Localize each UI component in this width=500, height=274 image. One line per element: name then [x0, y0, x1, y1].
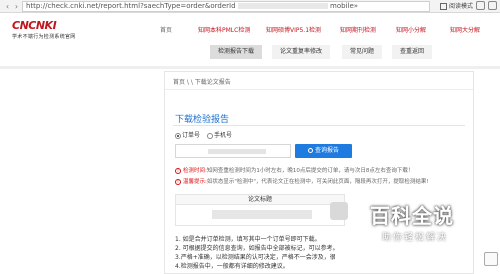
watermark: 百科全说 助你轻松解决 — [330, 200, 490, 256]
list-item: 4.检测报告中，一般都有详细的修改建议。 — [175, 263, 289, 270]
notice-text: 如状态显示"检测中"，代表论文正在检测中，可关闭此页面，隔段再次打开，提取检测结… — [206, 179, 429, 185]
radio-label: 手机号 — [213, 132, 232, 139]
nav-journal[interactable]: 知网期刊检测 — [340, 25, 376, 34]
header-divider — [0, 66, 500, 69]
nav-home[interactable]: 首页 — [160, 25, 172, 34]
report-table: 论文标题 — [175, 194, 345, 226]
list-item: 2. 可根据提交的信息查询，如报告中全部被标记，可以参考。 — [175, 245, 335, 252]
sub-nav: 检测报告下载 论文重复率修改 常见问题 查重返回 — [210, 45, 500, 59]
info-icon: ! — [175, 178, 181, 185]
tab-revision[interactable]: 论文重复率修改 — [272, 45, 331, 59]
redacted-order-number — [208, 149, 266, 154]
query-type-radios: 订单号 手机号 — [175, 130, 237, 139]
table-header: 论文标题 — [176, 195, 344, 205]
browser-address-bar: ‹ › http://check.cnki.net/report.html?sa… — [0, 0, 500, 13]
radio-dot — [175, 132, 181, 139]
reader-mode-button[interactable]: 阅读模式 — [440, 1, 473, 12]
url-suffix: mobile» — [330, 2, 359, 10]
forward-icon[interactable]: › — [11, 1, 22, 12]
scroll-to-top-icon[interactable] — [484, 252, 498, 266]
radio-dot — [206, 132, 213, 139]
radio-label: 订单号 — [182, 132, 201, 139]
reader-mode-icon — [440, 3, 447, 10]
page-title: 下载检验报告 — [175, 115, 230, 125]
search-icon — [307, 148, 313, 153]
url-field[interactable]: http://check.cnki.net/report.html?saechT… — [22, 1, 430, 12]
url-redacted — [237, 3, 328, 9]
logo-subtitle: 学术不端行为检测系统官网 — [12, 34, 76, 40]
tab-faq[interactable]: 常见问题 — [342, 45, 383, 59]
breadcrumb: 首页 \ \ 下载论文报告 — [173, 79, 231, 86]
query-report-button[interactable]: 查询报告 — [295, 144, 352, 158]
list-item: 1. 如是合并订单检测，填写其中一个订单号即可下载。 — [175, 236, 321, 243]
top-nav: 首页 知网本科PMLC检测 知网硕博VIP5.1检测 知网期刊检测 知网小分解 … — [160, 25, 500, 36]
menu-icon[interactable] — [488, 1, 497, 10]
radio-phone-number[interactable]: 手机号 — [206, 130, 232, 139]
watermark-title: 百科全说 — [370, 204, 454, 228]
watermark-logo-icon — [330, 202, 348, 220]
breadcrumb-divider — [165, 89, 473, 90]
notice-check-time: ! 检测时间:知网查重检测时间为1小时左右，晚10点后提交的订单，请与次日8点左右… — [175, 166, 413, 174]
notice-label: 温馨提示: — [183, 179, 207, 185]
list-item: 3.严格+准确，以检测结果的认可决定，严格不一会涉及，很多同学喜欢严格，而不是准… — [175, 254, 335, 261]
instructions-list: 1. 如是合并订单检测，填写其中一个订单号即可下载。 2. 可根据提交的信息查询… — [175, 235, 335, 271]
reader-mode-label: 阅读模式 — [449, 3, 474, 10]
site-logo[interactable]: CNCNKI 学术不端行为检测系统官网 — [12, 19, 76, 40]
bookmark-icon[interactable] — [476, 1, 485, 10]
url-prefix: http://check.cnki.net/report.html?saechT… — [26, 2, 236, 10]
nav-pmlc[interactable]: 知网本科PMLC检测 — [198, 25, 250, 34]
notice-label: 检测时间: — [183, 168, 207, 174]
nav-small[interactable]: 知网小分解 — [396, 25, 426, 34]
query-button-label: 查询报告 — [314, 147, 339, 154]
watermark-subtitle: 助你轻松解决 — [382, 233, 449, 243]
nav-large[interactable]: 知网大分解 — [450, 25, 480, 34]
logo-text: CNCNKI — [12, 19, 57, 32]
redacted-paper-title — [212, 210, 312, 219]
tab-report-download[interactable]: 检测报告下载 — [210, 45, 263, 59]
order-number-input[interactable] — [175, 144, 291, 158]
notice-text: 知网查重检测时间为1小时左右，晚10点后提交的订单，请与次日8点左右查询下载！ — [206, 168, 414, 174]
tab-return[interactable]: 查重返回 — [392, 45, 433, 59]
info-icon: ! — [175, 167, 181, 174]
nav-vip[interactable]: 知网硕博VIP5.1检测 — [266, 25, 321, 34]
notice-tip: ! 温馨提示:如状态显示"检测中"，代表论文正在检测中，可关闭此页面，隔段再次打开… — [175, 177, 429, 185]
radio-order-number[interactable]: 订单号 — [175, 130, 200, 139]
title-divider — [173, 125, 465, 126]
site-header: CNCNKI 学术不端行为检测系统官网 首页 知网本科PMLC检测 知网硕博VI… — [0, 14, 500, 66]
